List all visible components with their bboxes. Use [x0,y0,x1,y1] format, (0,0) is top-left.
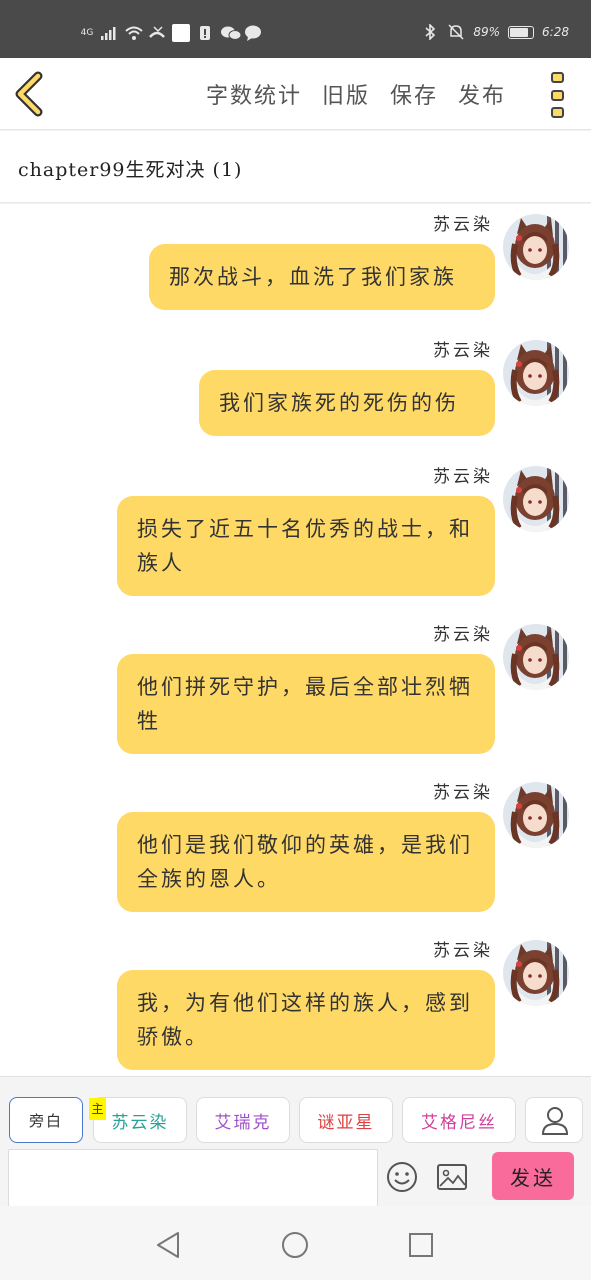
chat-message: 苏云染 我们家族死的死伤的伤 [0,336,591,442]
sender-name: 苏云染 [433,467,493,487]
chat-message: 苏云染 他们是我们敬仰的英雄，是我们全族的恩人。 [0,778,591,914]
avatar[interactable] [503,466,569,532]
chapter-title: chapter99生死对决 (1) [18,159,243,181]
send-label: 发送 [510,1165,556,1190]
role-label: 艾瑞克 [214,1112,272,1133]
avatar[interactable] [503,340,569,406]
battery-percent: 89% [473,25,501,39]
role-miyaxing-button[interactable]: 谜亚星 [299,1097,393,1143]
message-bubble[interactable]: 那次战斗，血洗了我们家族 [149,244,495,310]
role-suyunran-button[interactable]: 苏云染 [93,1097,187,1143]
status-left: 4G [80,24,262,42]
role-label: 苏云染 [111,1112,169,1133]
nav-recents-icon[interactable] [406,1230,436,1260]
compose-toolbar: 旁白 苏云染 主 艾瑞克 谜亚星 艾格尼丝 发送 [0,1076,591,1207]
status-right: 89% 6:28 [421,23,569,41]
wechat-icon [220,25,242,41]
missed-call-icon [148,25,166,41]
network-label: 4G [80,28,94,38]
role-label: 谜亚星 [317,1112,375,1133]
sender-name: 苏云染 [433,215,493,235]
save-button[interactable]: 保存 [390,78,438,110]
role-label: 旁白 [28,1111,63,1130]
chat-message: 苏云染 那次战斗，血洗了我们家族 [0,210,591,322]
chat-message: 苏云染 损失了近五十名优秀的战士，和族人 [0,462,591,598]
role-narration-button[interactable]: 旁白 [9,1097,83,1143]
role-aigenisi-button[interactable]: 艾格尼丝 [402,1097,516,1143]
nav-home-icon[interactable] [280,1230,310,1260]
nav-back-icon[interactable] [154,1230,184,1260]
avatar[interactable] [503,624,569,690]
clock: 6:28 [542,25,569,39]
chat-message: 苏云染 他们拼死守护，最后全部壮烈牺牲 [0,620,591,756]
status-bar: 4G 89% 6:28 [0,0,591,58]
chat-message: 苏云染 我，为有他们这样的族人，感到骄傲。 [0,936,591,1072]
person-icon [541,1107,569,1135]
role-airuike-button[interactable]: 艾瑞克 [196,1097,290,1143]
image-icon [437,1164,467,1190]
back-button[interactable] [10,70,54,118]
more-vertical-icon-dot [551,107,564,118]
emoji-button[interactable] [386,1161,418,1193]
header-actions: 字数统计 旧版 保存 发布 [206,78,506,110]
more-vertical-icon [551,72,564,83]
sender-name: 苏云染 [433,783,493,803]
avatar[interactable] [503,940,569,1006]
send-button[interactable]: 发送 [492,1152,574,1200]
app-notification-icon [172,24,190,42]
sender-name: 苏云染 [433,625,493,645]
sender-name: 苏云染 [433,341,493,361]
chat-area[interactable]: 苏云染 那次战斗，血洗了我们家族 苏云染 我们家族死的死伤的伤 苏云染 损失了近… [0,204,591,1076]
chevron-left-icon [15,71,43,117]
message-bubble[interactable]: 他们拼死守护，最后全部壮烈牺牲 [117,654,495,754]
message-input[interactable] [8,1149,378,1207]
insert-image-button[interactable] [436,1163,468,1191]
battery-icon [508,25,535,39]
avatar[interactable] [503,782,569,848]
avatar[interactable] [503,214,569,280]
message-bubble[interactable]: 他们是我们敬仰的英雄，是我们全族的恩人。 [117,812,495,912]
message-icon [244,25,262,41]
more-menu-button[interactable] [548,72,568,118]
signal-icon [100,25,118,41]
system-nav-bar [0,1206,591,1280]
message-bubble[interactable]: 我，为有他们这样的族人，感到骄傲。 [117,970,495,1070]
word-count-button[interactable]: 字数统计 [206,78,302,110]
alert-icon [196,25,214,41]
role-label: 艾格尼丝 [421,1112,497,1133]
character-manage-button[interactable] [525,1097,583,1143]
battery-fill [510,27,529,37]
message-bubble[interactable]: 损失了近五十名优秀的战士，和族人 [117,496,495,596]
wifi-icon [124,25,143,41]
app-root: 4G 89% 6:28 字数统计 旧版 保存 发布 chapter99生死对决 … [0,0,591,1280]
smiley-icon [387,1162,417,1192]
old-version-button[interactable]: 旧版 [322,78,370,110]
editor-header: 字数统计 旧版 保存 发布 [0,58,591,130]
chapter-bar[interactable]: chapter99生死对决 (1) [0,131,591,203]
publish-button[interactable]: 发布 [458,78,506,110]
message-bubble[interactable]: 我们家族死的死伤的伤 [199,370,495,436]
mute-bell-icon [447,24,465,40]
bluetooth-icon [421,23,439,41]
more-vertical-icon-dot [551,89,564,101]
sender-name: 苏云染 [433,941,493,961]
main-role-badge: 主 [89,1098,106,1120]
